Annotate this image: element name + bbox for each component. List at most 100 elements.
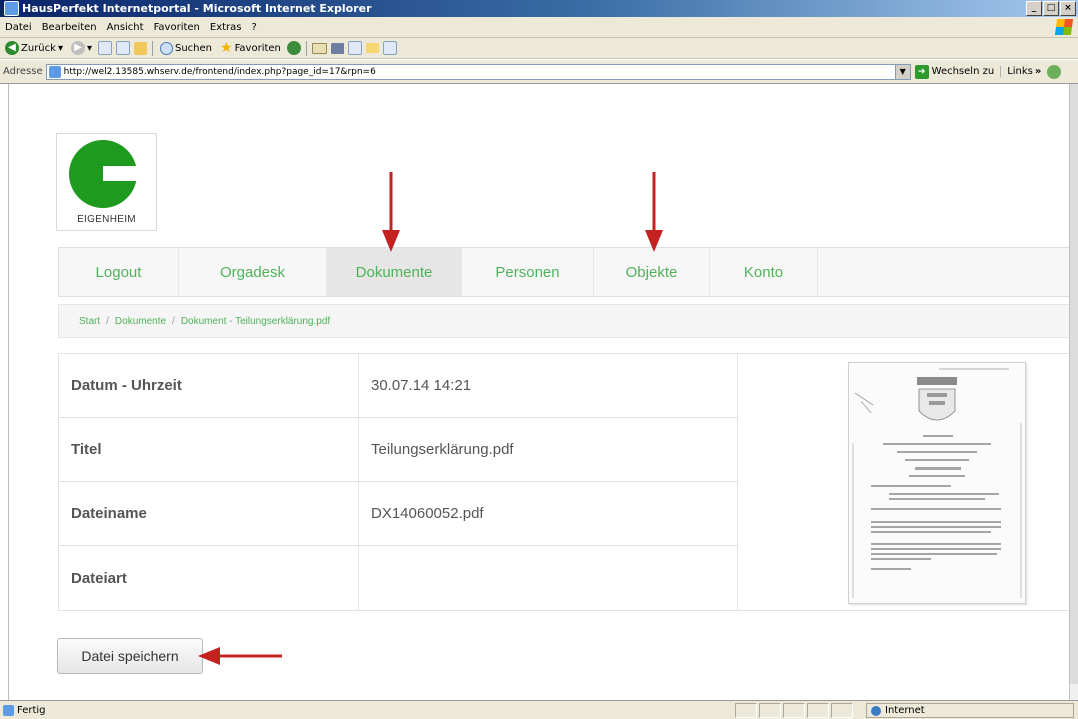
- breadcrumb-start[interactable]: Start: [79, 316, 100, 327]
- table-row: Dateiart: [59, 546, 737, 610]
- globe-icon: [871, 705, 881, 716]
- links-more-icon[interactable]: »: [1035, 66, 1041, 77]
- document-details-table: Datum - Uhrzeit 30.07.14 14:21 Titel Tei…: [58, 353, 738, 611]
- nav-konto[interactable]: Konto: [710, 248, 818, 296]
- detail-value-titel: Teilungserklärung.pdf: [371, 441, 514, 458]
- extension-icon[interactable]: [1047, 64, 1062, 79]
- close-button[interactable]: ×: [1060, 1, 1076, 16]
- nav-personen[interactable]: Personen: [462, 248, 594, 296]
- status-panel: [831, 703, 853, 718]
- zone-label: Internet: [885, 705, 925, 716]
- address-bar: Adresse http://wel2.13585.whserv.de/fron…: [0, 60, 1078, 84]
- document-thumbnail[interactable]: [848, 362, 1026, 604]
- nav-logout[interactable]: Logout: [59, 248, 179, 296]
- detail-value-dateiname: DX14060052.pdf: [371, 505, 484, 522]
- address-label: Adresse: [3, 66, 43, 77]
- star-icon: ★: [220, 40, 233, 56]
- menu-favorites[interactable]: Favoriten: [149, 22, 205, 33]
- page-done-icon: [3, 704, 14, 716]
- eigenheim-logo[interactable]: EIGENHEIM: [56, 133, 157, 231]
- status-panel: [759, 703, 781, 718]
- detail-value-dateiart: [359, 546, 737, 610]
- detail-label-datum: Datum - Uhrzeit: [59, 354, 359, 417]
- status-text: Fertig: [17, 704, 46, 716]
- status-panel: [807, 703, 829, 718]
- search-button[interactable]: Suchen: [158, 41, 214, 55]
- menu-file[interactable]: Datei: [0, 22, 37, 33]
- table-row: Titel Teilungserklärung.pdf: [59, 418, 737, 482]
- annotation-arrow-down-icon: [382, 172, 400, 252]
- status-bar: Fertig Internet: [0, 700, 1078, 719]
- security-zone: Internet: [866, 703, 1074, 718]
- menu-tools[interactable]: Extras: [205, 22, 247, 33]
- breadcrumb-separator: /: [106, 315, 109, 327]
- browser-toolbar: ◀ Zurück ▾ ▶ ▾ Suchen ★ Favoriten: [0, 38, 1078, 59]
- logo-mark-icon: [69, 140, 153, 208]
- go-button[interactable]: ➜ Wechseln zu: [914, 64, 995, 79]
- status-panel: [735, 703, 757, 718]
- detail-label-titel: Titel: [59, 418, 359, 481]
- menu-help[interactable]: ?: [247, 22, 262, 33]
- address-input[interactable]: http://wel2.13585.whserv.de/frontend/ind…: [45, 63, 911, 80]
- nav-objekte[interactable]: Objekte: [594, 248, 710, 296]
- nav-dokumente[interactable]: Dokumente: [327, 248, 462, 296]
- vertical-scrollbar[interactable]: [1069, 84, 1078, 700]
- ie-logo-icon: [4, 1, 19, 16]
- menu-bar: Datei Bearbeiten Ansicht Favoriten Extra…: [0, 17, 1078, 38]
- nav-orgadesk[interactable]: Orgadesk: [179, 248, 327, 296]
- favorites-button[interactable]: ★ Favoriten: [218, 40, 283, 56]
- window-title-bar: HausPerfekt Internetportal - Microsoft I…: [0, 0, 1078, 17]
- windows-flag-icon: [1054, 19, 1074, 35]
- annotation-arrow-left-icon: [198, 647, 282, 665]
- main-nav: Logout Orgadesk Dokumente Personen Objek…: [58, 247, 1070, 297]
- detail-label-dateiart: Dateiart: [59, 546, 359, 610]
- breadcrumb-current: Dokument - Teilungserklärung.pdf: [180, 315, 331, 327]
- logo-text: EIGENHEIM: [77, 214, 136, 225]
- forward-dropdown-icon[interactable]: ▾: [87, 43, 92, 54]
- table-row: Datum - Uhrzeit 30.07.14 14:21: [59, 354, 737, 418]
- save-file-button[interactable]: Datei speichern: [57, 638, 203, 674]
- go-arrow-icon: ➜: [914, 64, 929, 79]
- forward-button[interactable]: ▶ ▾: [69, 41, 94, 55]
- history-icon[interactable]: [286, 41, 301, 55]
- annotation-arrow-down-icon: [645, 172, 663, 252]
- window-controls: _ □ ×: [1026, 1, 1076, 16]
- home-icon[interactable]: [134, 41, 147, 55]
- page-icon: [48, 65, 61, 78]
- breadcrumb: Start / Dokumente / Dokument - Teilungse…: [58, 304, 1070, 338]
- document-page-icon: [852, 368, 1022, 598]
- back-arrow-icon: ◀: [5, 41, 19, 55]
- minimize-button[interactable]: _: [1026, 1, 1042, 16]
- document-preview-cell: [738, 353, 1070, 611]
- forward-arrow-icon: ▶: [70, 41, 85, 55]
- content-border: [8, 84, 9, 700]
- address-url[interactable]: http://wel2.13585.whserv.de/frontend/ind…: [64, 67, 376, 77]
- messenger-icon[interactable]: [382, 41, 397, 55]
- status-panels: [735, 703, 855, 718]
- mail-icon[interactable]: [311, 42, 327, 54]
- back-button[interactable]: ◀ Zurück ▾: [3, 41, 65, 55]
- table-row: Dateiname DX14060052.pdf: [59, 482, 737, 546]
- address-dropdown-icon[interactable]: ▼: [894, 64, 910, 79]
- breadcrumb-separator: /: [172, 315, 175, 327]
- scrollbar-thumb[interactable]: [1070, 84, 1078, 684]
- menu-edit[interactable]: Bearbeiten: [37, 22, 102, 33]
- maximize-button[interactable]: □: [1043, 1, 1059, 16]
- folder-icon[interactable]: [365, 43, 379, 53]
- edit-icon[interactable]: [347, 41, 362, 55]
- stop-icon[interactable]: [98, 41, 112, 55]
- go-label: Wechseln zu: [931, 66, 995, 77]
- detail-label-dateiname: Dateiname: [59, 482, 359, 545]
- menu-view[interactable]: Ansicht: [102, 22, 149, 33]
- detail-value-datum: 30.07.14 14:21: [371, 377, 472, 394]
- search-icon: [160, 41, 173, 55]
- toolbar-separator: [305, 40, 307, 56]
- window-title: HausPerfekt Internetportal - Microsoft I…: [22, 2, 372, 15]
- search-label: Suchen: [175, 42, 213, 54]
- breadcrumb-dokumente[interactable]: Dokumente: [115, 316, 166, 327]
- back-dropdown-icon[interactable]: ▾: [58, 43, 63, 54]
- links-button[interactable]: Links: [1000, 66, 1033, 77]
- back-label: Zurück: [21, 42, 56, 54]
- print-icon[interactable]: [330, 42, 344, 54]
- refresh-icon[interactable]: [116, 41, 130, 55]
